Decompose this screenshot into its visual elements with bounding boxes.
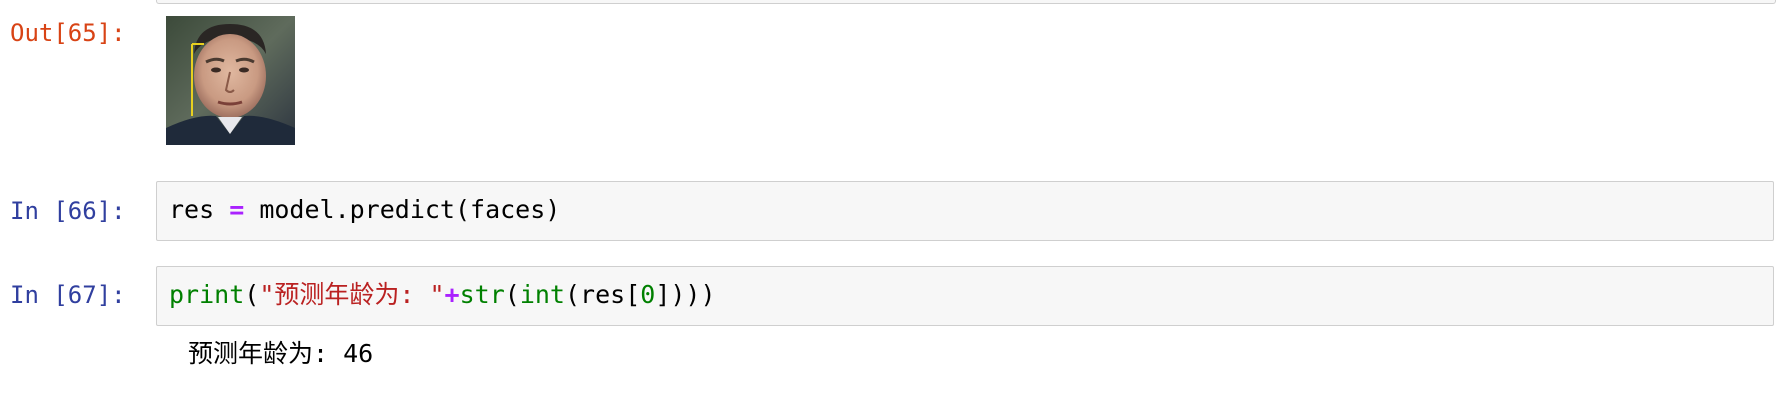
- code-token-close: ]))): [655, 280, 716, 309]
- code-token-plus: +: [444, 280, 460, 309]
- face-output-image: [166, 16, 295, 145]
- output-prompt-65: Out[65]:: [10, 19, 126, 47]
- code-token-index: 0: [640, 280, 656, 309]
- code-cell-66[interactable]: res = model.predict(faces): [156, 181, 1774, 241]
- code-token-paren: (: [244, 280, 260, 309]
- code-token-print: print: [169, 280, 245, 309]
- input-prompt-66: In [66]:: [10, 197, 126, 225]
- code-token-str: str: [459, 280, 505, 309]
- input-prompt-67: In [67]:: [10, 281, 126, 309]
- code-token-int: int: [519, 280, 565, 309]
- code-token-call: model.predict(faces): [259, 195, 561, 224]
- code-token-paren-str: (: [504, 280, 520, 309]
- code-token-string: "预测年龄为: ": [259, 280, 445, 309]
- code-cell-67[interactable]: print("预测年龄为: "+str(int(res[0]))): [156, 266, 1774, 326]
- code-token-paren-int: (res[: [564, 280, 641, 309]
- code-token-assign: =: [214, 195, 260, 224]
- code-token-var: res: [169, 195, 215, 224]
- previous-cell-border: [156, 0, 1776, 4]
- code-line-67[interactable]: print("预测年龄为: "+str(int(res[0]))): [169, 279, 716, 311]
- stdout-output-67: 预测年龄为: 46: [188, 339, 374, 368]
- code-line-66[interactable]: res = model.predict(faces): [169, 194, 560, 226]
